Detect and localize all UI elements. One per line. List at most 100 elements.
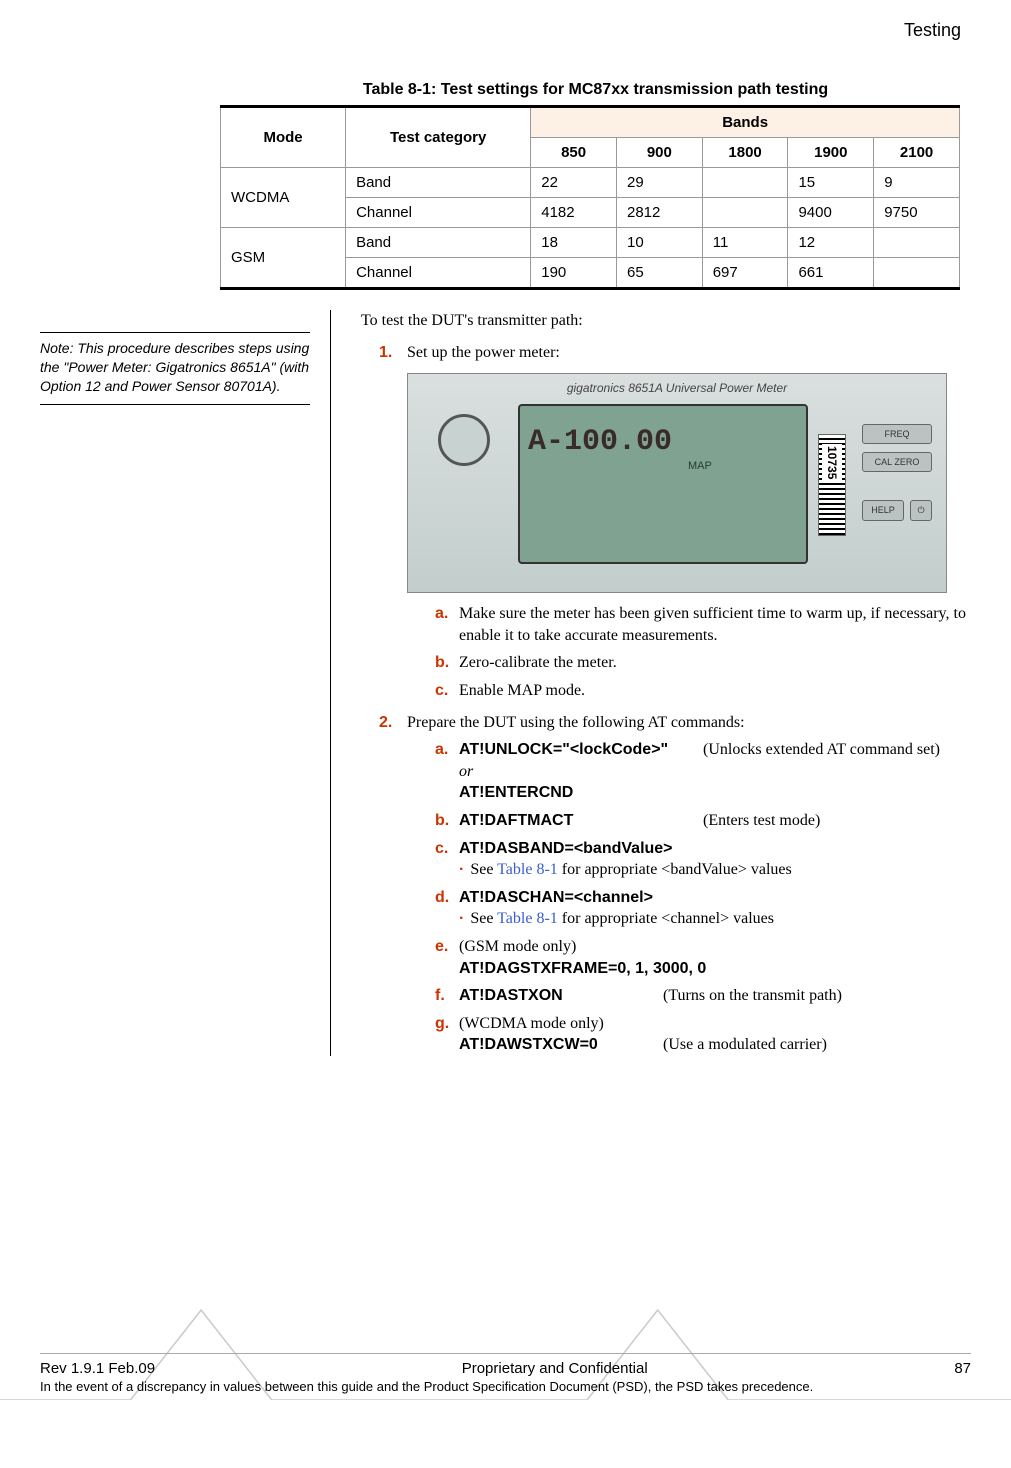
- meter-reading: A-100.00: [528, 422, 798, 463]
- footer-note: In the event of a discrepancy in values …: [40, 1379, 971, 1394]
- cell: [702, 198, 788, 228]
- cell: 15: [788, 168, 874, 198]
- cmd-desc: (Use a modulated carrier): [663, 1036, 827, 1053]
- side-note: Note: This procedure describes steps usi…: [40, 332, 310, 405]
- substep-marker: g.: [435, 1013, 459, 1056]
- see-text: See: [470, 910, 497, 927]
- substep-marker: c.: [435, 680, 459, 702]
- mode-note: (WCDMA mode only): [459, 1015, 604, 1032]
- cell: [702, 168, 788, 198]
- at-command: AT!ENTERCND: [459, 784, 573, 801]
- cmd-desc: (Unlocks extended AT command set): [703, 741, 940, 758]
- cell: 10: [616, 228, 702, 258]
- cmd-desc: (Enters test mode): [703, 812, 820, 829]
- col-mode: Mode: [221, 107, 346, 168]
- step-marker: 1.: [379, 342, 407, 702]
- cell: 9750: [874, 198, 960, 228]
- cell: 29: [616, 168, 702, 198]
- band-850: 850: [531, 138, 617, 168]
- table-row: WCDMA Band 22 29 15 9: [221, 168, 960, 198]
- cell: 18: [531, 228, 617, 258]
- meter-freq-button: FREQ: [862, 424, 932, 444]
- at-command: AT!DAWSTXCW=0: [459, 1034, 659, 1056]
- cell: 4182: [531, 198, 617, 228]
- substep-marker: b.: [435, 652, 459, 674]
- col-category: Test category: [346, 107, 531, 168]
- step-text: Prepare the DUT using the following AT c…: [407, 714, 745, 731]
- cell: 9: [874, 168, 960, 198]
- cmd-desc: (Turns on the transmit path): [663, 987, 842, 1004]
- meter-lcd: A-100.00 MAP: [518, 404, 808, 564]
- intro-text: To test the DUT's transmitter path:: [361, 310, 971, 332]
- bullet-icon: ·: [459, 910, 464, 927]
- substep-text: (WCDMA mode only) AT!DAWSTXCW=0 (Use a m…: [459, 1013, 971, 1056]
- bullet-icon: ·: [459, 861, 464, 878]
- substep-marker: d.: [435, 887, 459, 930]
- section-header: Testing: [40, 20, 971, 41]
- cell-cat: Band: [346, 168, 531, 198]
- meter-brand-label: gigatronics 8651A Universal Power Meter: [408, 380, 946, 396]
- barcode-number: 10735: [822, 444, 842, 481]
- meter-power-icon: ⏻: [910, 500, 932, 520]
- substep-text: Zero-calibrate the meter.: [459, 652, 971, 674]
- cell-cat: Band: [346, 228, 531, 258]
- meter-knob-icon: [438, 414, 490, 466]
- substep-text: AT!DAFTMACT (Enters test mode): [459, 810, 971, 832]
- cell: 9400: [788, 198, 874, 228]
- cell: 65: [616, 258, 702, 289]
- cell-cat: Channel: [346, 198, 531, 228]
- band-1800: 1800: [702, 138, 788, 168]
- step-text: Set up the power meter:: [407, 344, 560, 361]
- at-command: AT!DAFTMACT: [459, 810, 699, 832]
- cell: 697: [702, 258, 788, 289]
- substep-text: Enable MAP mode.: [459, 680, 971, 702]
- cell: 661: [788, 258, 874, 289]
- or-text: or: [459, 763, 473, 780]
- substep-text: Make sure the meter has been given suffi…: [459, 603, 971, 646]
- mode-note: (GSM mode only): [459, 938, 576, 955]
- settings-table: Mode Test category Bands 850 900 1800 19…: [220, 105, 960, 290]
- substep-text: (GSM mode only) AT!DAGSTXFRAME=0, 1, 300…: [459, 936, 971, 979]
- substep-marker: c.: [435, 838, 459, 881]
- at-command: AT!DAGSTXFRAME=0, 1, 3000, 0: [459, 960, 706, 977]
- substep-text: AT!DASCHAN=<channel> · See Table 8-1 for …: [459, 887, 971, 930]
- table-caption: Table 8-1: Test settings for MC87xx tran…: [220, 81, 971, 99]
- at-command: AT!DASCHAN=<channel>: [459, 889, 653, 906]
- at-command: AT!DASBAND=<bandValue>: [459, 840, 673, 857]
- meter-calzero-button: CAL ZERO: [862, 452, 932, 472]
- substep-marker: f.: [435, 985, 459, 1007]
- cell: 22: [531, 168, 617, 198]
- substep-marker: b.: [435, 810, 459, 832]
- power-meter-image: gigatronics 8651A Universal Power Meter …: [407, 373, 947, 593]
- substep-text: AT!DASTXON (Turns on the transmit path): [459, 985, 971, 1007]
- meter-sublabel: MAP: [688, 459, 798, 474]
- footer-page: 87: [954, 1360, 971, 1377]
- substep-text: AT!UNLOCK="<lockCode>" (Unlocks extended…: [459, 739, 971, 804]
- meter-help-button: HELP: [862, 500, 904, 520]
- cell-mode: WCDMA: [221, 168, 346, 228]
- cell: [874, 228, 960, 258]
- substep-text: AT!DASBAND=<bandValue> · See Table 8-1 fo…: [459, 838, 971, 881]
- band-900: 900: [616, 138, 702, 168]
- band-1900: 1900: [788, 138, 874, 168]
- cell: 2812: [616, 198, 702, 228]
- band-2100: 2100: [874, 138, 960, 168]
- table-ref-link[interactable]: Table 8-1: [497, 861, 558, 878]
- rest-text: for appropriate <channel> values: [558, 910, 774, 927]
- at-command: AT!DASTXON: [459, 985, 659, 1007]
- see-text: See: [470, 861, 497, 878]
- table-ref-link[interactable]: Table 8-1: [497, 910, 558, 927]
- rest-text: for appropriate <bandValue> values: [558, 861, 792, 878]
- substep-marker: a.: [435, 739, 459, 804]
- step-marker: 2.: [379, 712, 407, 1056]
- col-bands: Bands: [531, 107, 960, 138]
- cell: 12: [788, 228, 874, 258]
- substep-marker: e.: [435, 936, 459, 979]
- cell: [874, 258, 960, 289]
- cell: 11: [702, 228, 788, 258]
- cell-mode: GSM: [221, 228, 346, 289]
- cell: 190: [531, 258, 617, 289]
- footer-center: Proprietary and Confidential: [462, 1360, 648, 1377]
- at-command: AT!UNLOCK="<lockCode>": [459, 739, 699, 761]
- cell-cat: Channel: [346, 258, 531, 289]
